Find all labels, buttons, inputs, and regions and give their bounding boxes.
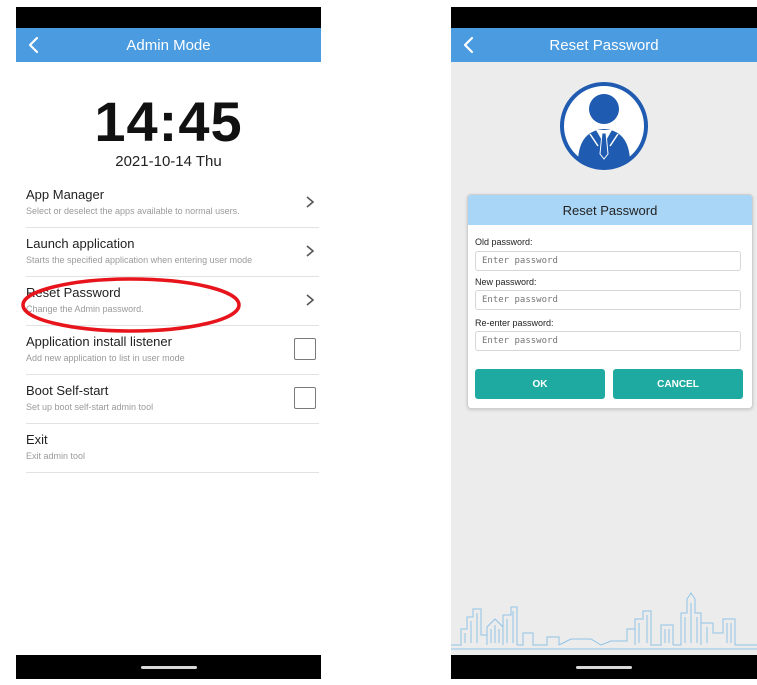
- page-title: Reset Password: [549, 37, 659, 54]
- menu-item-label: Reset Password: [26, 285, 121, 300]
- menu-item-label: Exit: [26, 432, 48, 447]
- menu-item-description: Starts the specified application when en…: [26, 255, 253, 265]
- status-bar: [16, 7, 321, 28]
- boot-self-start-checkbox[interactable]: [294, 387, 316, 409]
- app-bar: Admin Mode: [16, 28, 321, 62]
- menu-item-reset-password[interactable]: Reset Password Change the Admin password…: [26, 277, 319, 326]
- menu-item-description: Set up boot self-start admin tool: [26, 402, 154, 412]
- reenter-password-input[interactable]: [475, 331, 741, 351]
- menu-item-exit[interactable]: Exit Exit admin tool: [26, 424, 319, 473]
- settings-menu: App Manager Select or deselect the apps …: [26, 179, 319, 473]
- menu-item-app-manager[interactable]: App Manager Select or deselect the apps …: [26, 179, 319, 228]
- install-listener-checkbox[interactable]: [294, 338, 316, 360]
- reset-password-dialog: Reset Password Old password: New passwor…: [467, 194, 753, 409]
- status-bar: [451, 7, 757, 28]
- new-password-input[interactable]: [475, 290, 741, 310]
- reenter-password-label: Re-enter password:: [475, 318, 554, 328]
- city-skyline-illustration: [451, 592, 757, 650]
- new-password-label: New password:: [475, 277, 537, 287]
- clock: 14:45: [94, 90, 243, 153]
- admin-mode-screen: Admin Mode 14:45 2021-10-14 Thu App Mana…: [16, 7, 321, 679]
- menu-item-label: App Manager: [26, 187, 105, 202]
- ok-button[interactable]: OK: [475, 369, 605, 399]
- menu-item-label: Application install listener: [26, 334, 172, 349]
- chevron-right-icon: [306, 294, 315, 306]
- menu-item-description: Exit admin tool: [26, 451, 86, 461]
- page-title: Admin Mode: [126, 37, 211, 54]
- old-password-input[interactable]: [475, 251, 741, 271]
- menu-item-launch-application[interactable]: Launch application Starts the specified …: [26, 228, 319, 277]
- dialog-title: Reset Password: [468, 195, 752, 225]
- navigation-bar: [16, 655, 321, 679]
- businessman-avatar-icon: [560, 82, 648, 170]
- home-indicator[interactable]: [140, 666, 197, 669]
- chevron-right-icon: [306, 245, 315, 257]
- app-bar: Reset Password: [451, 28, 757, 62]
- navigation-bar: [451, 655, 757, 679]
- menu-item-install-listener[interactable]: Application install listener Add new app…: [26, 326, 319, 375]
- reset-password-screen: Reset Password Reset Password Old passwo…: [451, 7, 757, 679]
- menu-item-description: Add new application to list in user mode: [26, 353, 185, 363]
- menu-item-description: Change the Admin password.: [26, 304, 144, 314]
- date: 2021-10-14 Thu: [115, 153, 222, 170]
- old-password-label: Old password:: [475, 237, 533, 247]
- cancel-button[interactable]: CANCEL: [613, 369, 743, 399]
- menu-item-label: Launch application: [26, 236, 135, 251]
- chevron-right-icon: [306, 196, 315, 208]
- menu-item-label: Boot Self-start: [26, 383, 109, 398]
- menu-item-boot-self-start[interactable]: Boot Self-start Set up boot self-start a…: [26, 375, 319, 424]
- menu-item-description: Select or deselect the apps available to…: [26, 206, 240, 216]
- home-indicator[interactable]: [576, 666, 632, 669]
